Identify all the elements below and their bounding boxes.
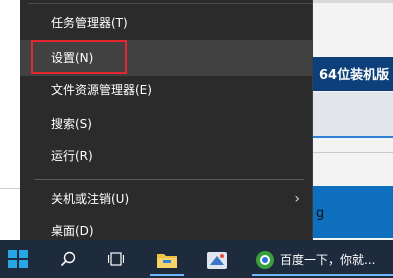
menu-item-label: 运行(R) (51, 149, 93, 163)
folder-icon[interactable] (156, 251, 178, 269)
partial-text: g (316, 206, 325, 221)
menu-item-label: 关机或注销(U) (51, 192, 130, 206)
app-icon[interactable] (206, 250, 228, 270)
search-icon[interactable] (60, 251, 76, 267)
task-view-icon[interactable] (108, 252, 124, 266)
menu-item-run[interactable]: 运行(R) (20, 138, 312, 174)
chevron-right-icon: › (294, 191, 300, 207)
windows-start-icon[interactable] (8, 250, 28, 268)
active-indicator (252, 274, 393, 276)
desktop-left-strip (0, 0, 20, 240)
menu-item-file-explorer[interactable]: 文件资源管理器(E) (20, 72, 312, 108)
divider (313, 136, 393, 138)
menu-item-task-manager[interactable]: 任务管理器(T) (20, 5, 312, 41)
menu-item-label: 搜索(S) (51, 117, 92, 131)
divider (313, 152, 393, 153)
divider (28, 3, 313, 4)
highlight-annotation (31, 40, 127, 74)
divider (313, 0, 393, 3)
menu-item-label: 任务管理器(T) (51, 16, 128, 30)
menu-separator (34, 179, 304, 180)
background-panel (313, 186, 393, 238)
banner-text: 64位装机版 (319, 68, 390, 83)
browser-icon[interactable] (255, 250, 275, 270)
background-panel (313, 92, 393, 136)
taskbar-browser-title[interactable]: 百度一下，你就... (280, 251, 375, 268)
divider (0, 188, 20, 189)
menu-item-label: 桌面(D) (51, 224, 94, 238)
menu-item-label: 文件资源管理器(E) (51, 83, 152, 97)
menu-item-shutdown-signout[interactable]: 关机或注销(U) › (20, 181, 312, 217)
menu-item-search[interactable]: 搜索(S) (20, 106, 312, 142)
active-indicator (150, 274, 184, 276)
